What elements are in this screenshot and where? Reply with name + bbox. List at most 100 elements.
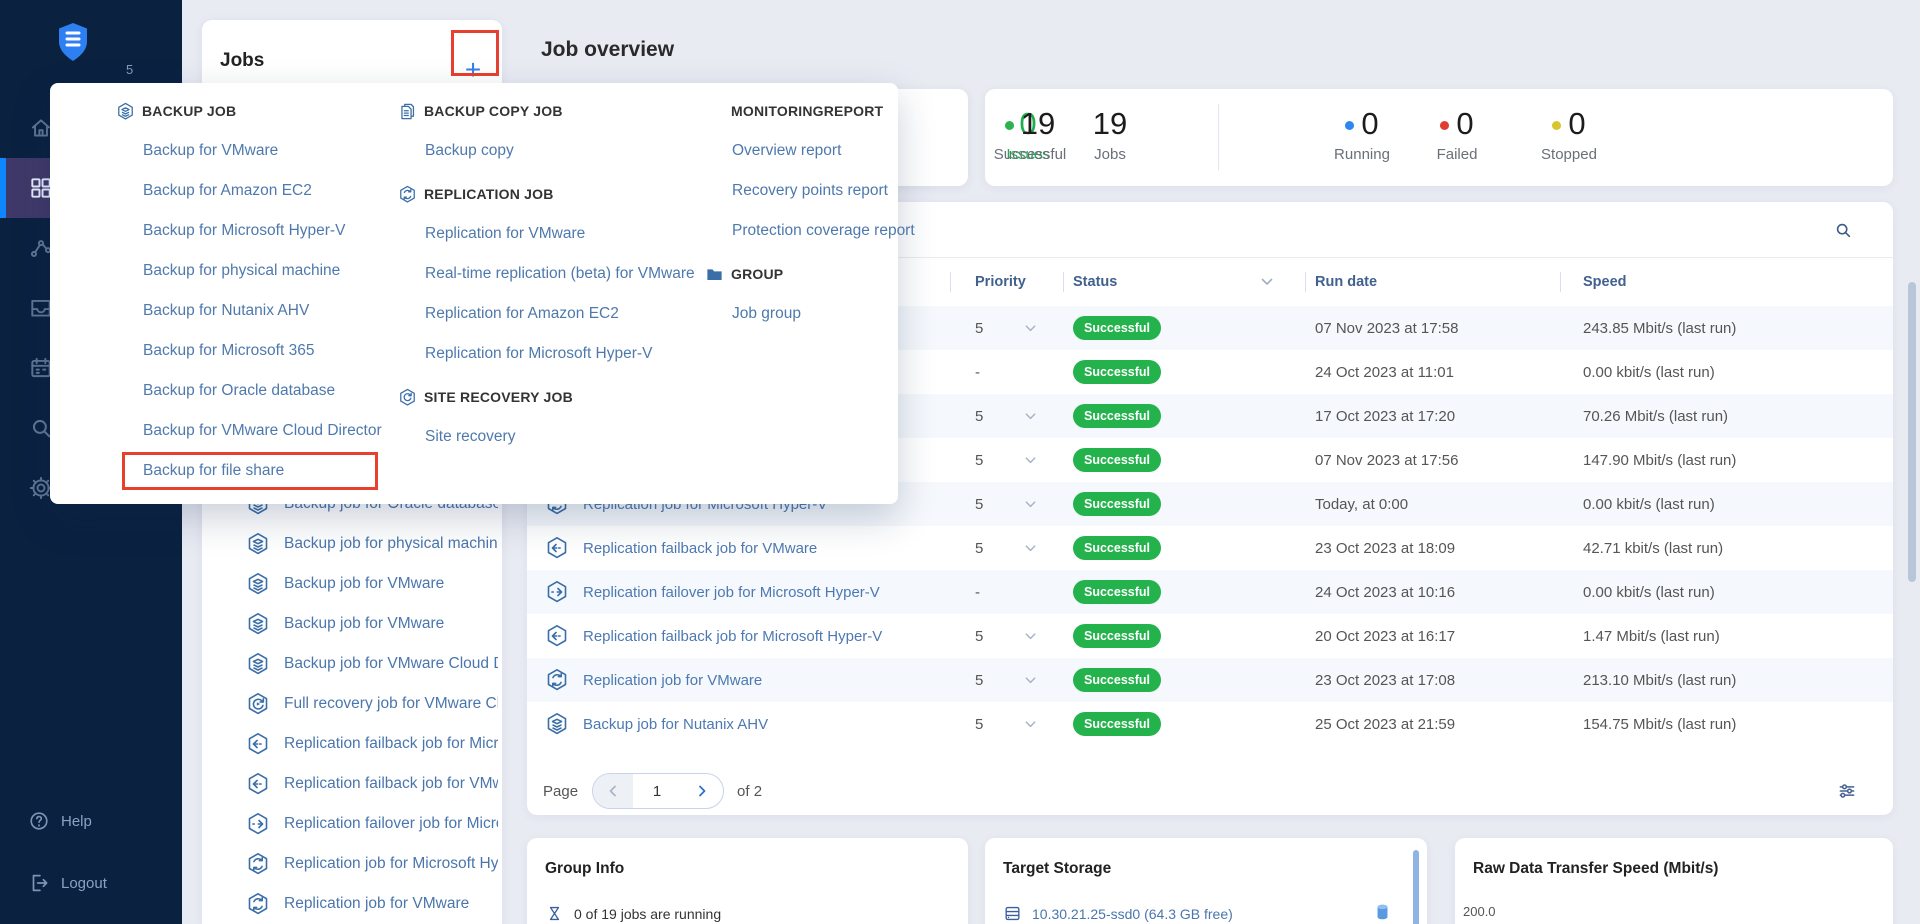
menu-item[interactable]: Backup for Amazon EC2 bbox=[116, 171, 388, 211]
menu-section-header: REPLICATION JOB bbox=[398, 174, 698, 214]
priority-chevron-icon[interactable] bbox=[1023, 541, 1038, 556]
priority-chevron-icon[interactable] bbox=[1023, 409, 1038, 424]
job-name-link[interactable]: Replication job for VMware bbox=[583, 672, 762, 689]
menu-section: SITE RECOVERY JOB Site recovery bbox=[398, 377, 698, 457]
jobs-list-item[interactable]: Backup job for physical machine bbox=[202, 524, 502, 564]
status-dot bbox=[1345, 121, 1354, 130]
jobs-list-item[interactable]: Backup job for VMware bbox=[202, 604, 502, 644]
column-header-priority[interactable]: Priority bbox=[950, 274, 1063, 290]
column-header-run-date[interactable]: Run date bbox=[1305, 274, 1560, 290]
status-stat[interactable]: 0 Stopped bbox=[1514, 105, 1624, 163]
status-stat-value: 0 bbox=[1361, 106, 1378, 141]
column-separator bbox=[1560, 272, 1561, 292]
job-name-link[interactable]: Replication failback job for Microsoft H… bbox=[583, 628, 882, 645]
pagination-row: Page 1 of 2 bbox=[527, 767, 1893, 815]
status-badge: Successful bbox=[1073, 536, 1161, 560]
menu-item[interactable]: Recovery points report bbox=[705, 171, 890, 211]
menu-item[interactable]: Backup for file share bbox=[116, 451, 388, 491]
status-stat[interactable]: 0 Running bbox=[1317, 105, 1407, 163]
menu-section-icon bbox=[398, 185, 417, 204]
scrollbar-thumb[interactable] bbox=[1908, 282, 1916, 582]
menu-item[interactable]: Backup for Nutanix AHV bbox=[116, 291, 388, 331]
priority-value: 5 bbox=[975, 672, 1005, 689]
jobs-panel-title: Jobs bbox=[220, 50, 264, 72]
card-scrollbar[interactable] bbox=[1413, 850, 1419, 924]
priority-chevron-icon[interactable] bbox=[1023, 673, 1038, 688]
job-name-link[interactable]: Backup job for Nutanix AHV bbox=[583, 716, 768, 733]
job-type-icon bbox=[246, 572, 270, 596]
search-icon[interactable] bbox=[1833, 220, 1853, 240]
jobs-list-item[interactable]: Replication job for VMware bbox=[202, 884, 502, 924]
status-badge: Successful bbox=[1073, 580, 1161, 604]
status-stat[interactable]: 19 Successful bbox=[985, 105, 1075, 163]
job-name: Backup job for physical machine bbox=[284, 535, 498, 553]
jobs-list-item[interactable]: Replication failback job for Microso... bbox=[202, 724, 502, 764]
menu-section-icon bbox=[398, 102, 417, 121]
logout-icon bbox=[28, 872, 50, 894]
menu-item[interactable]: Real-time replication (beta) for VMware bbox=[398, 254, 698, 294]
status-dot bbox=[1552, 121, 1561, 130]
speed: 213.10 Mbit/s (last run) bbox=[1560, 672, 1893, 689]
job-name: Replication job for VMware bbox=[284, 895, 469, 913]
help-button[interactable]: Help bbox=[28, 810, 92, 832]
current-page[interactable]: 1 bbox=[633, 774, 681, 808]
menu-item[interactable]: Backup for VMware Cloud Director bbox=[116, 411, 388, 451]
jobs-list-item[interactable]: Replication failover job for Microsof... bbox=[202, 804, 502, 844]
job-name-link[interactable]: Replication failback job for VMware bbox=[583, 540, 817, 557]
job-name: Replication failback job for Microso... bbox=[284, 735, 498, 753]
menu-item[interactable]: Replication for Microsoft Hyper-V bbox=[398, 334, 698, 374]
prev-page-button[interactable] bbox=[593, 774, 633, 808]
table-settings-sliders-icon[interactable] bbox=[1837, 781, 1857, 801]
menu-item[interactable]: Overview report bbox=[705, 131, 890, 171]
menu-item[interactable]: Replication for VMware bbox=[398, 214, 698, 254]
job-name-link[interactable]: Replication failover job for Microsoft H… bbox=[583, 584, 880, 601]
status-filter-chevron-icon[interactable] bbox=[1259, 274, 1275, 290]
job-type-icon bbox=[246, 692, 270, 716]
priority-chevron-icon[interactable] bbox=[1023, 321, 1038, 336]
table-row[interactable]: Backup job for Nutanix AHV 5 Successful … bbox=[527, 702, 1893, 746]
jobs-list-item[interactable]: Backup job for VMware bbox=[202, 564, 502, 604]
run-date: 25 Oct 2023 at 21:59 bbox=[1305, 716, 1560, 733]
status-dot bbox=[1005, 121, 1014, 130]
menu-item[interactable]: Backup for VMware bbox=[116, 131, 388, 171]
jobs-list-item[interactable]: Replication failback job for VMware... bbox=[202, 764, 502, 804]
page-scrollbar[interactable] bbox=[1908, 0, 1918, 924]
priority-value: 5 bbox=[975, 452, 1005, 469]
priority-chevron-icon[interactable] bbox=[1023, 453, 1038, 468]
column-header-status[interactable]: Status bbox=[1063, 274, 1305, 290]
priority-chevron-icon[interactable] bbox=[1023, 629, 1038, 644]
help-label: Help bbox=[61, 813, 92, 830]
priority-chevron-icon[interactable] bbox=[1023, 497, 1038, 512]
table-row[interactable]: Replication job for VMware 5 Successful … bbox=[527, 658, 1893, 702]
logout-button[interactable]: Logout bbox=[28, 872, 107, 894]
menu-section-header: MONITORINGREPORT bbox=[705, 91, 890, 131]
table-row[interactable]: Replication failback job for VMware 5 Su… bbox=[527, 526, 1893, 570]
table-row[interactable]: Replication failback job for Microsoft H… bbox=[527, 614, 1893, 658]
menu-item[interactable]: Backup for Microsoft Hyper-V bbox=[116, 211, 388, 251]
table-row[interactable]: Replication failover job for Microsoft H… bbox=[527, 570, 1893, 614]
next-page-button[interactable] bbox=[681, 774, 723, 808]
jobs-list-item[interactable]: Backup job for VMware Cloud Direc... bbox=[202, 644, 502, 684]
menu-item[interactable]: Backup for Microsoft 365 bbox=[116, 331, 388, 371]
menu-item[interactable]: Backup for Oracle database bbox=[116, 371, 388, 411]
job-summary-card: 0 Issues 19 Jobs 0 Running 0 Failed bbox=[985, 89, 1893, 186]
menu-item[interactable]: Job group bbox=[705, 294, 890, 334]
menu-item[interactable]: Protection coverage report bbox=[705, 211, 890, 251]
jobs-list-item[interactable]: Replication job for Microsoft Hyper-... bbox=[202, 844, 502, 884]
run-date: 23 Oct 2023 at 17:08 bbox=[1305, 672, 1560, 689]
target-storage-card: Target Storage 10.30.21.25-ssd0 (64.3 GB… bbox=[985, 838, 1427, 924]
target-storage-link[interactable]: 10.30.21.25-ssd0 (64.3 GB free) bbox=[1032, 906, 1233, 922]
job-type-icon bbox=[545, 536, 569, 560]
menu-item[interactable]: Replication for Amazon EC2 bbox=[398, 294, 698, 334]
menu-section-icon bbox=[398, 388, 417, 407]
menu-item[interactable]: Site recovery bbox=[398, 417, 698, 457]
menu-item[interactable]: Backup for physical machine bbox=[116, 251, 388, 291]
hourglass-icon bbox=[545, 904, 564, 923]
priority-chevron-icon[interactable] bbox=[1023, 717, 1038, 732]
status-stat[interactable]: 0 Failed bbox=[1412, 105, 1502, 163]
jobs-list-item[interactable]: Full recovery job for VMware Cloud... bbox=[202, 684, 502, 724]
menu-item[interactable]: Backup copy bbox=[398, 131, 698, 171]
app-screen: 5 bbox=[0, 0, 1920, 924]
column-header-speed[interactable]: Speed bbox=[1560, 274, 1893, 290]
app-logo-shield-icon[interactable] bbox=[56, 22, 90, 64]
